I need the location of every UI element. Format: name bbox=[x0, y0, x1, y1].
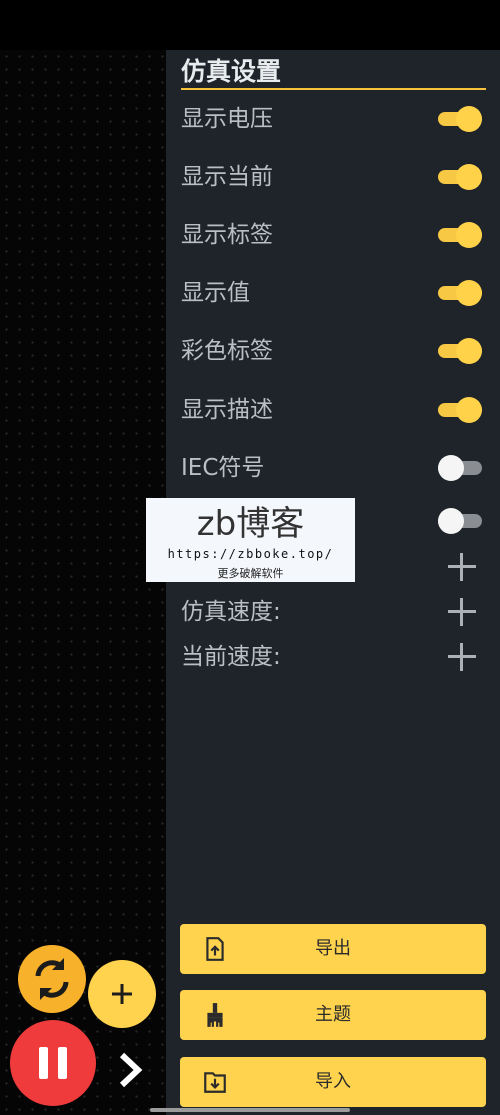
setting-row-show-labels: 显示标签 bbox=[181, 215, 486, 255]
stepper-label: 当前速度: bbox=[181, 644, 281, 670]
watermark-overlay: zb博客 https://zbboke.top/ 更多破解软件 bbox=[146, 498, 355, 582]
pause-button[interactable] bbox=[10, 1020, 96, 1106]
watermark-subtitle: 更多破解软件 bbox=[217, 567, 284, 580]
setting-row-color-labels: 彩色标签 bbox=[181, 331, 486, 371]
stepper-label: 仿真速度: bbox=[181, 599, 281, 625]
setting-label: 显示当前 bbox=[181, 164, 273, 190]
plus-icon[interactable] bbox=[448, 553, 476, 581]
setting-label: IEC符号 bbox=[181, 455, 265, 481]
watermark-url: https://zbboke.top/ bbox=[167, 547, 334, 561]
setting-row-show-current: 显示当前 bbox=[181, 157, 486, 197]
pause-icon bbox=[39, 1047, 67, 1079]
setting-label: 显示描述 bbox=[181, 397, 273, 423]
export-button[interactable]: 导出 bbox=[180, 924, 486, 974]
plus-icon bbox=[112, 984, 132, 1004]
setting-row-show-values: 显示值 bbox=[181, 273, 486, 313]
refresh-icon bbox=[35, 958, 69, 1000]
setting-row-show-description: 显示描述 bbox=[181, 390, 486, 430]
import-label: 导入 bbox=[315, 1071, 351, 1092]
add-component-button[interactable] bbox=[88, 960, 156, 1028]
home-indicator[interactable] bbox=[150, 1108, 350, 1112]
iec-symbols-toggle[interactable] bbox=[438, 455, 482, 481]
show-description-toggle[interactable] bbox=[438, 397, 482, 423]
panel-title: 仿真设置 bbox=[181, 54, 486, 90]
stepper-row-current-speed: 当前速度: bbox=[181, 637, 486, 677]
current-speed-plus-icon[interactable] bbox=[448, 643, 476, 671]
chevron-right-icon[interactable] bbox=[112, 1050, 148, 1090]
export-label: 导出 bbox=[315, 938, 351, 959]
setting-label: 彩色标签 bbox=[181, 338, 273, 364]
import-button[interactable]: 导入 bbox=[180, 1057, 486, 1107]
theme-button[interactable]: 主题 bbox=[180, 990, 486, 1040]
setting-label: 显示电压 bbox=[181, 106, 273, 132]
theme-label: 主题 bbox=[315, 1004, 351, 1025]
setting-row-show-voltage: 显示电压 bbox=[181, 99, 486, 139]
sim-speed-plus-icon[interactable] bbox=[448, 598, 476, 626]
show-values-toggle[interactable] bbox=[438, 280, 482, 306]
status-bar-area bbox=[0, 0, 500, 50]
stepper-row-sim-speed: 仿真速度: bbox=[181, 592, 486, 632]
setting-label: 显示值 bbox=[181, 280, 250, 306]
setting-row-iec-symbols: IEC符号 bbox=[181, 448, 486, 488]
watermark-title: zb博客 bbox=[196, 504, 305, 544]
setting-label: 显示标签 bbox=[181, 222, 273, 248]
show-labels-toggle[interactable] bbox=[438, 222, 482, 248]
show-current-toggle[interactable] bbox=[438, 164, 482, 190]
hidden-setting-toggle[interactable] bbox=[438, 508, 482, 534]
show-voltage-toggle[interactable] bbox=[438, 106, 482, 132]
color-labels-toggle[interactable] bbox=[438, 338, 482, 364]
refresh-button[interactable] bbox=[18, 945, 86, 1013]
